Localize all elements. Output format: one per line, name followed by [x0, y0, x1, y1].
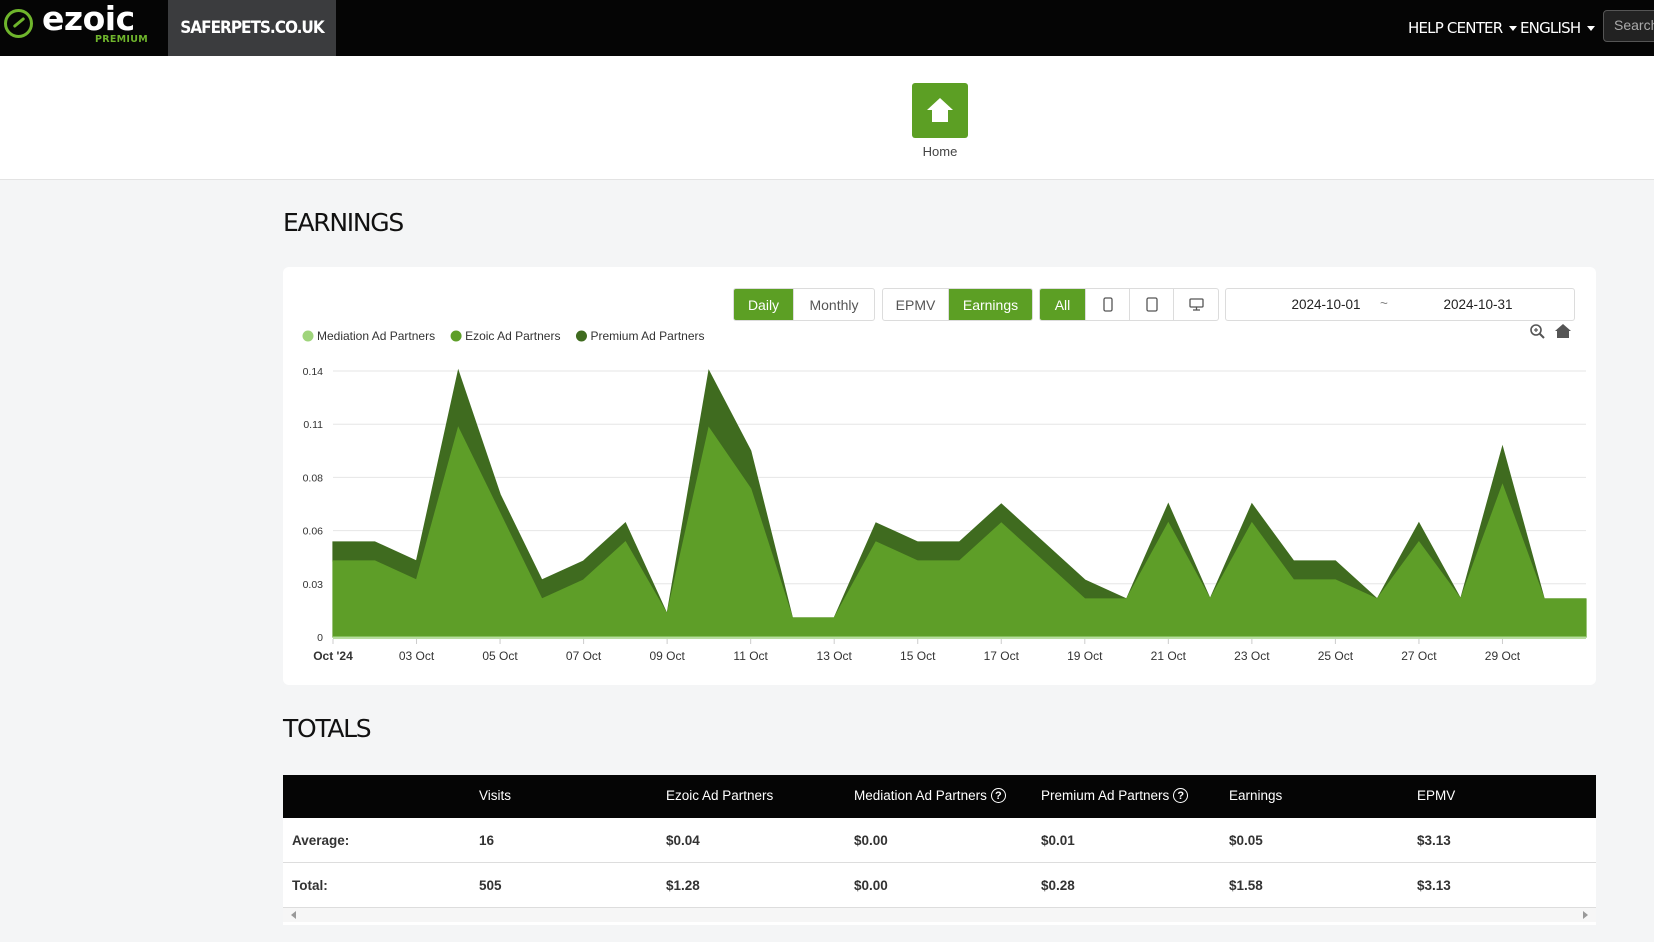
chart-areas	[332, 368, 1587, 639]
x-tick-label: Oct '24	[313, 649, 353, 663]
header-premium-ad-partners: Premium Ad Partners ?	[1041, 788, 1189, 803]
earnings-title: EARNINGS	[283, 208, 404, 237]
cell-mediation: $0.00	[854, 833, 888, 848]
y-tick-label: 0.14	[303, 366, 324, 378]
legend-item[interactable]: Mediation Ad Partners	[302, 329, 436, 343]
chevron-down-icon	[1509, 25, 1518, 31]
x-tick-label: 11 Oct	[733, 649, 768, 663]
table-row-total: Total: 505 $1.28 $0.00 $0.28 $1.58 $3.13	[283, 863, 1596, 908]
x-tick-label: 27 Oct	[1401, 649, 1437, 663]
cell-epmv: $3.13	[1417, 833, 1451, 848]
house-icon	[927, 98, 953, 122]
x-tick-label: 17 Oct	[984, 649, 1020, 663]
search-input[interactable]: Search	[1603, 10, 1654, 42]
help-center-label: HELP CENTER	[1408, 19, 1503, 37]
x-tick-label: 23 Oct	[1234, 649, 1270, 663]
y-tick-label: 0	[317, 632, 323, 644]
header-epmv: EPMV	[1417, 788, 1456, 803]
x-tick-label: 15 Oct	[900, 649, 936, 663]
x-tick-label: 03 Oct	[399, 649, 435, 663]
top-navbar: ezoic PREMIUM SAFERPETS.CO.UK HELP CENTE…	[0, 0, 1654, 56]
cell-visits: 505	[479, 878, 502, 893]
y-tick-label: 0.08	[303, 472, 324, 484]
zoom-icon[interactable]	[1530, 324, 1545, 339]
legend-item[interactable]: Ezoic Ad Partners	[450, 329, 561, 343]
x-tick-label: 09 Oct	[649, 649, 685, 663]
legend-marker	[575, 330, 587, 342]
header-ezoic-ad-partners: Ezoic Ad Partners	[666, 788, 774, 803]
help-center-menu[interactable]: HELP CENTER	[1408, 0, 1518, 56]
header-mediation-label: Mediation Ad Partners	[854, 788, 987, 803]
cell-premium: $0.01	[1041, 833, 1075, 848]
home-button[interactable]	[912, 83, 968, 138]
row-label: Average:	[292, 833, 350, 848]
legend-label: Mediation Ad Partners	[317, 329, 435, 343]
cell-earnings: $1.58	[1229, 878, 1263, 893]
horizontal-scrollbar[interactable]	[283, 908, 1596, 922]
x-tick-label: 05 Oct	[482, 649, 518, 663]
legend-item[interactable]: Premium Ad Partners	[575, 329, 705, 343]
ezoic-logo[interactable]: ezoic PREMIUM	[4, 0, 164, 53]
row-label: Total:	[292, 878, 328, 893]
cell-premium: $0.28	[1041, 878, 1075, 893]
home-band: Home	[0, 56, 1654, 180]
header-premium-label: Premium Ad Partners	[1041, 788, 1170, 803]
legend-label: Ezoic Ad Partners	[465, 329, 560, 343]
x-axis: Oct '24 03 Oct 05 Oct 07 Oct 09 Oct 11 Oct 13 …	[313, 639, 1521, 663]
cell-ezoic: $0.04	[666, 833, 700, 848]
x-tick-label: 19 Oct	[1067, 649, 1103, 663]
scroll-right-icon[interactable]	[1583, 911, 1588, 919]
chart-tools	[1530, 324, 1571, 339]
table-header: Visits Ezoic Ad Partners Mediation Ad Pa…	[283, 775, 1596, 818]
cell-ezoic: $1.28	[666, 878, 700, 893]
logo-text: ezoic	[42, 0, 135, 38]
help-question-icon[interactable]: ?	[1173, 788, 1189, 803]
legend-label: Premium Ad Partners	[590, 329, 704, 343]
chart-legend: Mediation Ad Partners Ezoic Ad Partners Pr…	[302, 329, 705, 343]
y-tick-label: 0.03	[303, 579, 324, 591]
reset-zoom-home-icon[interactable]	[1555, 324, 1571, 338]
y-axis: 0 0.03 0.06 0.08 0.11 0.14	[303, 366, 324, 644]
cell-epmv: $3.13	[1417, 878, 1451, 893]
x-tick-label: 29 Oct	[1485, 649, 1521, 663]
cell-earnings: $0.05	[1229, 833, 1263, 848]
header-visits: Visits	[479, 788, 512, 803]
header-earnings: Earnings	[1229, 788, 1283, 803]
help-question-icon[interactable]: ?	[990, 788, 1006, 803]
cell-visits: 16	[479, 833, 495, 848]
x-tick-label: 07 Oct	[566, 649, 602, 663]
y-tick-label: 0.06	[303, 526, 324, 538]
cell-mediation: $0.00	[854, 878, 888, 893]
x-tick-label: 13 Oct	[817, 649, 853, 663]
totals-table: Visits Ezoic Ad Partners Mediation Ad Pa…	[283, 775, 1596, 925]
header-mediation-ad-partners: Mediation Ad Partners ?	[854, 788, 1006, 803]
totals-title: TOTALS	[283, 714, 372, 743]
table-row-average: Average: 16 $0.04 $0.00 $0.01 $0.05 $3.1…	[283, 818, 1596, 863]
language-label: ENGLISH	[1520, 19, 1581, 37]
chevron-down-icon	[1587, 25, 1596, 31]
logo-premium-label: PREMIUM	[95, 34, 149, 45]
y-tick-label: 0.11	[303, 419, 323, 431]
x-tick-label: 21 Oct	[1151, 649, 1187, 663]
area-series	[332, 426, 1587, 638]
legend-marker	[302, 330, 314, 342]
ezoic-logo-icon	[4, 9, 33, 38]
scroll-left-icon[interactable]	[291, 911, 296, 919]
language-menu[interactable]: ENGLISH	[1520, 0, 1596, 56]
home-label: Home	[922, 144, 958, 159]
site-selector[interactable]: SAFERPETS.CO.UK	[168, 0, 336, 56]
earnings-chart-card: Daily Monthly EPMV Earnings All 2024-10-…	[283, 267, 1596, 685]
x-tick-label: 25 Oct	[1318, 649, 1354, 663]
legend-marker	[450, 330, 462, 342]
earnings-chart: Mediation Ad Partners Ezoic Ad Partners Pr…	[302, 324, 1587, 663]
